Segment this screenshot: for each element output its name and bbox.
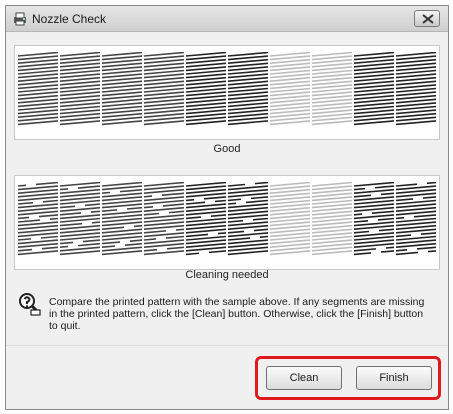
nozzle-pattern-block (143, 52, 185, 126)
cleaning-caption: Cleaning needed (185, 269, 269, 281)
nozzle-pattern-block (227, 182, 269, 256)
finish-button[interactable]: Finish (356, 366, 432, 390)
nozzle-pattern-block (143, 182, 185, 256)
nozzle-check-dialog: Nozzle Check Good Cleaning needed Compar… (5, 5, 449, 410)
nozzle-pattern-block (353, 52, 395, 126)
cleaning-pattern-image (18, 182, 437, 256)
nozzle-pattern-block (185, 182, 227, 256)
nozzle-pattern-block (18, 52, 59, 126)
instruction-text: Compare the printed pattern with the sam… (49, 296, 425, 332)
nozzle-pattern-block (269, 182, 311, 256)
nozzle-pattern-block (185, 52, 227, 126)
nozzle-pattern-block (353, 182, 395, 256)
nozzle-pattern-block (395, 52, 437, 126)
clean-button[interactable]: Clean (266, 366, 342, 390)
nozzle-pattern-block (18, 182, 59, 256)
window-title: Nozzle Check (32, 12, 107, 26)
nozzle-pattern-block (59, 182, 101, 256)
nozzle-pattern-block (395, 182, 437, 256)
printer-icon (14, 12, 26, 26)
good-pattern-image (18, 52, 437, 126)
nozzle-pattern-block (269, 52, 311, 126)
nozzle-pattern-block (101, 182, 143, 256)
good-pattern-sample (14, 45, 440, 140)
nozzle-pattern-block (227, 52, 269, 126)
good-caption: Good (213, 143, 241, 155)
nozzle-pattern-block (59, 52, 101, 126)
dialog-content: Good Cleaning needed Compare the printed… (6, 33, 448, 372)
nozzle-pattern-block (101, 52, 143, 126)
close-icon (422, 14, 434, 24)
help-icon (19, 293, 41, 316)
nozzle-pattern-block (311, 182, 353, 256)
title-bar: Nozzle Check (6, 6, 448, 32)
nozzle-pattern-block (311, 52, 353, 126)
cleaning-pattern-sample (14, 175, 440, 270)
close-button[interactable] (414, 10, 440, 27)
